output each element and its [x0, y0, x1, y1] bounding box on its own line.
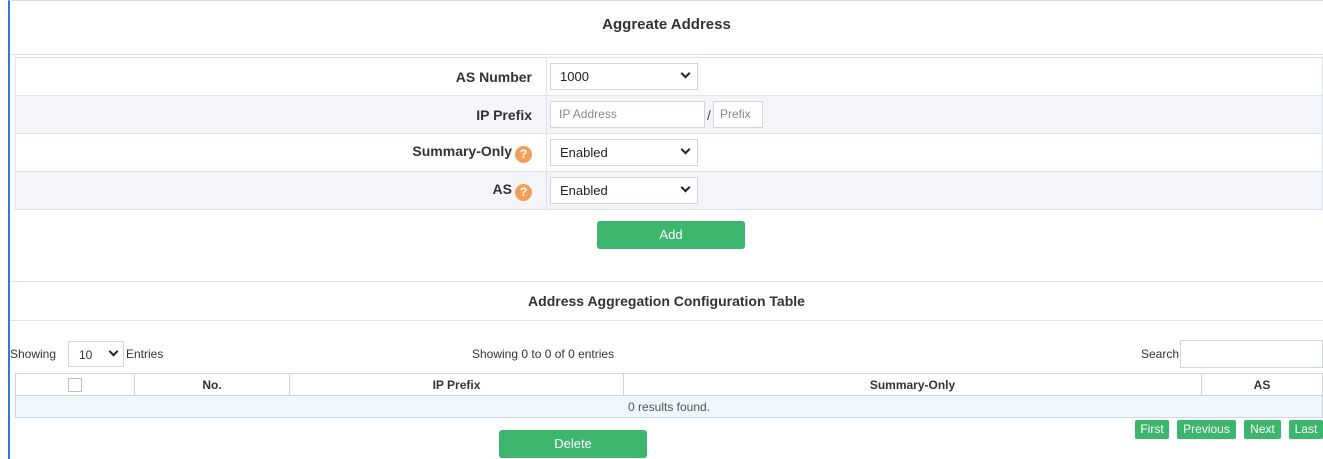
row-as-number: AS Number 1000	[15, 57, 1323, 96]
summary-only-value: Enabled	[560, 145, 608, 160]
divider	[10, 281, 1323, 282]
page-title: Aggreate Address	[602, 16, 731, 33]
select-all-header	[15, 373, 135, 396]
chevron-down-icon	[680, 182, 691, 193]
as-number-value: 1000	[560, 69, 589, 84]
search-input[interactable]	[1180, 340, 1323, 368]
page-size-value: 10	[79, 348, 93, 362]
entries-label: Entries	[126, 347, 164, 361]
chevron-down-icon	[680, 144, 691, 155]
as-value: Enabled	[560, 183, 608, 198]
next-page-button[interactable]: Next	[1244, 420, 1281, 439]
chevron-down-icon	[680, 68, 691, 79]
row-summary-only: Summary-Only? Enabled	[15, 133, 1323, 172]
prefix-separator: /	[707, 106, 711, 123]
table-row: 0 results found.	[15, 395, 1323, 418]
column-header-ip-prefix[interactable]: IP Prefix	[289, 373, 624, 396]
add-button[interactable]: Add	[597, 221, 745, 249]
as-number-select[interactable]: 1000	[550, 63, 698, 90]
column-header-as[interactable]: AS	[1201, 373, 1323, 396]
aggregate-form: AS Number 1000 IP Prefix IP Address / Pref…	[15, 57, 1323, 210]
prefix-input[interactable]: Prefix	[713, 101, 763, 128]
as-label: AS	[492, 180, 512, 197]
aggregation-table: No. IP Prefix Summary-Only AS 0 results …	[15, 373, 1323, 418]
help-icon[interactable]: ?	[515, 183, 532, 201]
empty-message: 0 results found.	[15, 395, 1323, 418]
last-page-button[interactable]: Last	[1289, 420, 1323, 439]
page-size-select[interactable]: 10	[68, 341, 124, 367]
divider	[10, 54, 1323, 55]
as-select[interactable]: Enabled	[550, 177, 698, 204]
showing-label: Showing	[10, 347, 57, 361]
ip-address-input[interactable]: IP Address	[550, 101, 705, 128]
summary-only-label: Summary-Only	[412, 142, 512, 159]
help-icon[interactable]: ?	[515, 145, 532, 163]
search-label: Search	[1141, 347, 1180, 361]
table-header-row: No. IP Prefix Summary-Only AS	[15, 373, 1323, 396]
column-header-summary-only[interactable]: Summary-Only	[623, 373, 1202, 396]
table-title: Address Aggregation Configuration Table	[528, 293, 805, 309]
table-info: Showing 0 to 0 of 0 entries	[472, 347, 615, 361]
chevron-down-icon	[108, 346, 119, 357]
column-header-no[interactable]: No.	[134, 373, 290, 396]
delete-button[interactable]: Delete	[499, 430, 647, 458]
summary-only-select[interactable]: Enabled	[550, 139, 698, 166]
row-ip-prefix: IP Prefix IP Address / Prefix	[15, 95, 1323, 134]
ip-prefix-label: IP Prefix	[15, 95, 547, 134]
previous-page-button[interactable]: Previous	[1177, 420, 1236, 439]
as-number-label: AS Number	[15, 57, 547, 96]
first-page-button[interactable]: First	[1135, 420, 1169, 439]
select-all-checkbox[interactable]	[68, 377, 82, 392]
row-as: AS? Enabled	[15, 171, 1323, 210]
divider	[10, 320, 1323, 321]
